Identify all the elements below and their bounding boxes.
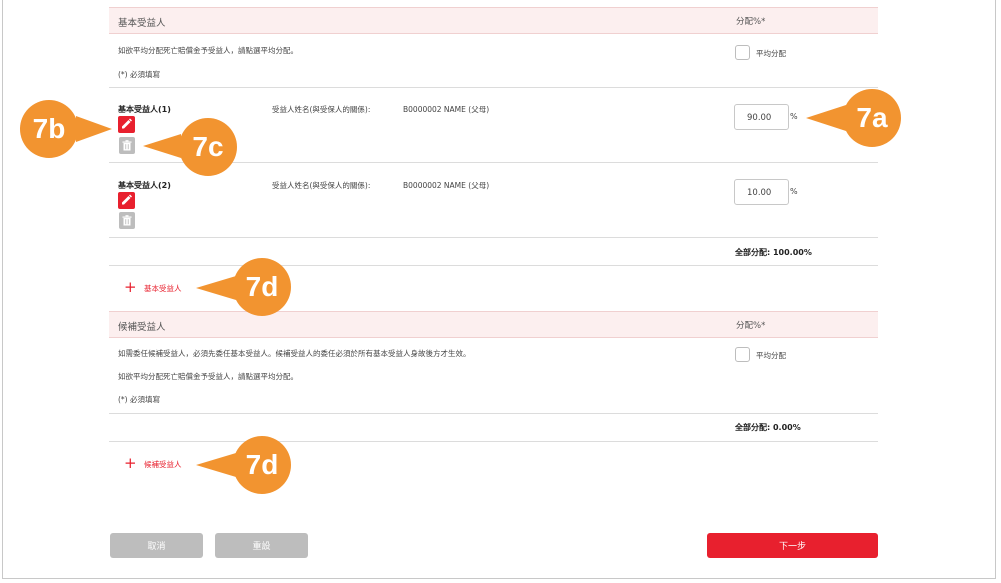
- contingent-equal-split-checkbox[interactable]: [735, 347, 750, 362]
- percent-sign: %: [790, 187, 798, 196]
- callout-pointer: [196, 276, 236, 300]
- plus-icon[interactable]: +: [124, 456, 137, 471]
- beneficiary-2-name-value: B0000002 NAME (父母): [403, 181, 490, 190]
- basic-section-title: 基本受益人: [118, 18, 166, 29]
- divider: [109, 265, 878, 266]
- beneficiary-1-delete-button[interactable]: [119, 137, 135, 154]
- callout-7d-contingent: 7d: [233, 436, 291, 494]
- contingent-section-title: 候補受益人: [118, 322, 166, 333]
- callout-7d-basic: 7d: [233, 258, 291, 316]
- contingent-instruction-2: 如欲平均分配死亡賠償金予受益人，請點選平均分配。: [118, 372, 298, 381]
- basic-pct-header: 分配%*: [736, 17, 766, 27]
- beneficiary-2-delete-button[interactable]: [119, 212, 135, 229]
- beneficiary-2-percent-input[interactable]: 10.00: [734, 179, 789, 205]
- contingent-section-header: 候補受益人 分配%*: [109, 311, 878, 338]
- divider: [109, 413, 878, 414]
- contingent-instruction-1: 如需委任候補受益人，必須先委任基本受益人。候補受益人的委任必須於所有基本受益人身…: [118, 349, 471, 358]
- basic-equal-split-label: 平均分配: [756, 49, 786, 58]
- beneficiary-1-percent-input[interactable]: 90.00: [734, 104, 789, 130]
- pencil-icon: [122, 118, 132, 129]
- beneficiary-1-edit-button[interactable]: [118, 116, 135, 133]
- add-basic-beneficiary-link[interactable]: 基本受益人: [144, 283, 182, 294]
- percent-sign: %: [790, 112, 798, 121]
- callout-pointer: [143, 134, 181, 158]
- beneficiary-2-name-label: 受益人姓名(與受保人的關係):: [272, 181, 371, 190]
- next-button[interactable]: 下一步: [707, 533, 878, 558]
- basic-equal-split-checkbox[interactable]: [735, 45, 750, 60]
- contingent-equal-split-label: 平均分配: [756, 351, 786, 360]
- reset-button[interactable]: 重設: [215, 533, 308, 558]
- add-contingent-beneficiary-link[interactable]: 候補受益人: [144, 459, 182, 470]
- callout-pointer: [76, 116, 112, 142]
- beneficiary-1-name-label: 受益人姓名(與受保人的關係):: [272, 105, 371, 114]
- trash-icon: [122, 140, 132, 151]
- trash-icon: [122, 215, 132, 226]
- beneficiary-1-name-value: B0000002 NAME (父母): [403, 105, 490, 114]
- pencil-icon: [122, 194, 132, 205]
- basic-total: 全部分配: 100.00%: [735, 248, 812, 257]
- basic-instruction: 如欲平均分配死亡賠償金予受益人，請點選平均分配。: [118, 46, 298, 55]
- callout-7c: 7c: [179, 118, 237, 176]
- callout-7b: 7b: [20, 100, 78, 158]
- beneficiary-2-label: 基本受益人(2): [118, 181, 171, 190]
- beneficiary-1-label: 基本受益人(1): [118, 105, 171, 114]
- contingent-required-note: (*) 必須填寫: [118, 395, 160, 404]
- divider: [109, 87, 878, 88]
- callout-pointer: [196, 453, 236, 477]
- basic-section-header: 基本受益人 分配%*: [109, 7, 878, 34]
- contingent-total: 全部分配: 0.00%: [735, 423, 801, 432]
- divider: [109, 441, 878, 442]
- divider: [109, 237, 878, 238]
- basic-required-note: (*) 必須填寫: [118, 70, 160, 79]
- contingent-pct-header: 分配%*: [736, 321, 766, 331]
- callout-7a: 7a: [843, 89, 901, 147]
- callout-pointer: [806, 105, 846, 131]
- beneficiary-2-edit-button[interactable]: [118, 192, 135, 209]
- plus-icon[interactable]: +: [124, 280, 137, 295]
- cancel-button[interactable]: 取消: [110, 533, 203, 558]
